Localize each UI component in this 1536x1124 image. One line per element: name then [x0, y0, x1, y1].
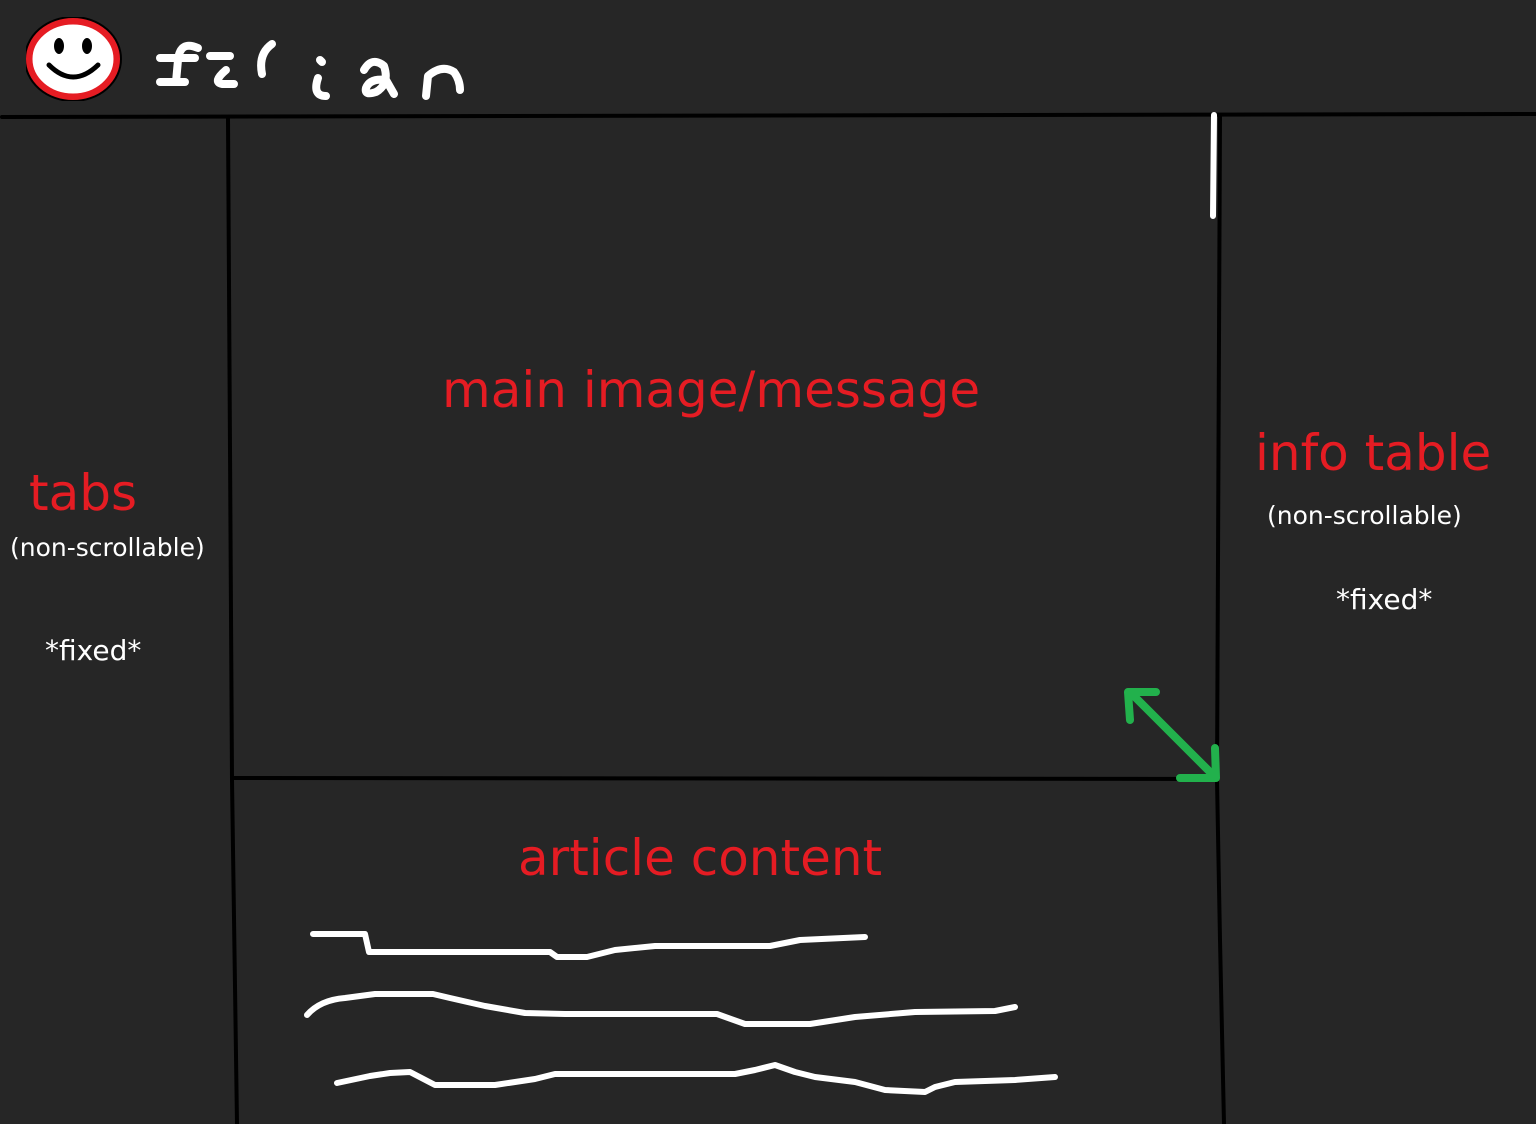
right-panel-divider-line: [1215, 114, 1226, 1124]
white-tick-mark: [1210, 112, 1217, 219]
info-table-subtitle: (non-scrollable): [1267, 501, 1462, 530]
info-table-title: info table: [1255, 424, 1492, 482]
wireframe-canvas: tabs (non-scrollable) *fixed* main image…: [0, 0, 1536, 1124]
info-table-note: *fixed*: [1336, 583, 1433, 616]
tabs-subtitle: (non-scrollable): [10, 533, 205, 562]
brand-wordmark: [156, 40, 464, 100]
main-article-divider-line: [230, 776, 1219, 781]
main-panel-title: main image/message: [442, 361, 981, 419]
header-divider-line: [0, 112, 1536, 119]
tabs-note: *fixed*: [45, 634, 142, 667]
smiley-face-icon: [26, 17, 122, 101]
diagonal-resize-arrow-icon[interactable]: [1118, 682, 1228, 790]
article-content-title: article content: [518, 829, 883, 887]
tabs-title: tabs: [29, 464, 138, 522]
left-panel-divider-line: [226, 117, 239, 1124]
scribble-text-lines-icon: [304, 931, 1058, 1095]
